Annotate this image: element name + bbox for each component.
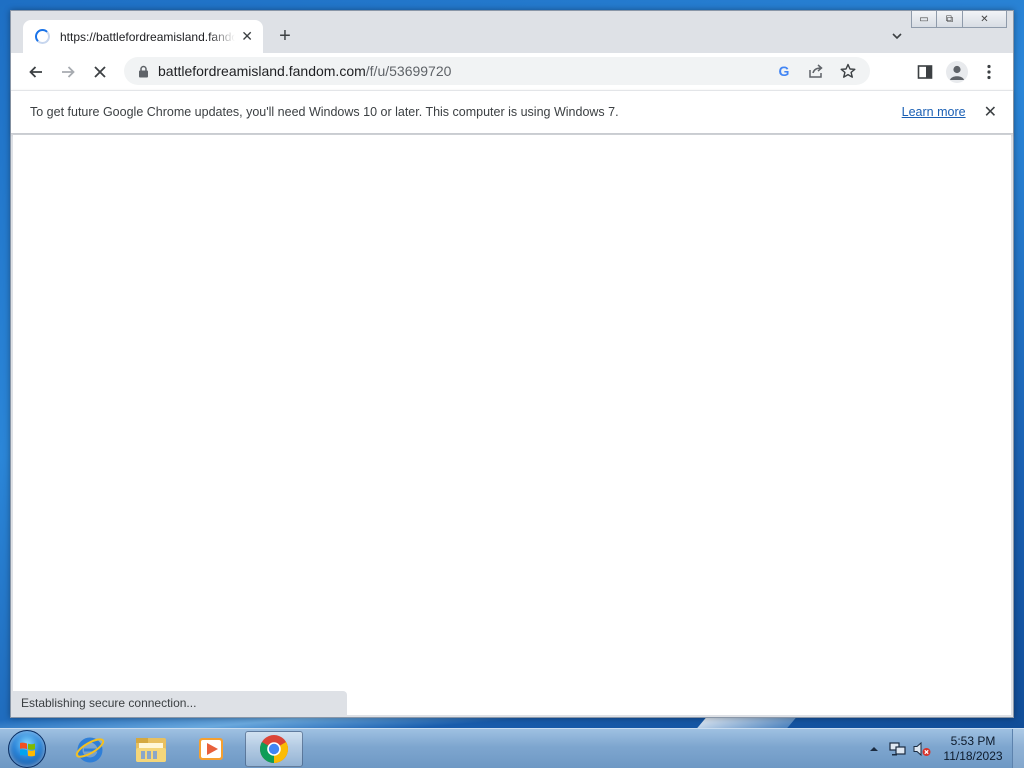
taskbar-internet-explorer[interactable] — [61, 731, 119, 767]
clock-date: 11/18/2023 — [943, 749, 1003, 763]
infobar-close-icon[interactable]: ✕ — [984, 102, 997, 122]
infobar-message: To get future Google Chrome updates, you… — [30, 105, 619, 119]
tab-close-icon[interactable]: ✕ — [241, 28, 253, 45]
google-lens-button[interactable]: G — [768, 55, 800, 87]
google-g-icon: G — [778, 63, 790, 79]
omnibox-actions: G — [768, 55, 864, 87]
back-button[interactable] — [20, 56, 52, 88]
show-desktop-button[interactable] — [1012, 729, 1024, 768]
browser-toolbar: battlefordreamisland.fandom.com/f/u/5369… — [11, 53, 1013, 90]
stop-icon — [94, 65, 106, 78]
show-hidden-icons-button[interactable] — [862, 737, 886, 761]
tab-title: https://battlefordreamisland.fandom.com/… — [60, 29, 236, 44]
side-panel-icon — [917, 65, 933, 79]
taskbar-windows-explorer[interactable] — [122, 731, 180, 767]
media-player-icon — [199, 738, 223, 760]
url-text[interactable]: battlefordreamisland.fandom.com/f/u/5369… — [158, 63, 768, 79]
clock[interactable]: 5:53 PM 11/18/2023 — [934, 734, 1012, 764]
share-button[interactable] — [800, 55, 832, 87]
minimize-button[interactable]: ▭ — [911, 11, 937, 28]
star-icon — [840, 63, 856, 78]
learn-more-link[interactable]: Learn more — [902, 105, 966, 119]
status-bubble: Establishing secure connection... — [13, 691, 347, 715]
internet-explorer-icon — [75, 737, 105, 763]
share-icon — [809, 64, 823, 78]
arrow-left-icon — [29, 65, 42, 78]
forward-button[interactable] — [52, 56, 84, 88]
avatar-icon — [946, 61, 968, 83]
toolbar-right — [909, 56, 1005, 88]
menu-button[interactable] — [973, 56, 1005, 88]
volume-muted-icon[interactable] — [910, 737, 934, 761]
start-button[interactable] — [8, 730, 46, 768]
chevron-up-icon — [870, 747, 878, 751]
folder-icon — [136, 738, 166, 762]
restore-button[interactable]: ⧉ — [937, 11, 963, 28]
new-tab-button[interactable]: + — [273, 25, 297, 49]
update-infobar: To get future Google Chrome updates, you… — [11, 90, 1013, 134]
profile-button[interactable] — [941, 56, 973, 88]
taskbar-media-player[interactable] — [182, 731, 240, 767]
taskbar: 5:53 PM 11/18/2023 — [0, 728, 1024, 768]
tab-search-button[interactable] — [891, 29, 903, 41]
network-icon[interactable] — [886, 737, 910, 761]
window-caption-buttons: ▭ ⧉ ✕ — [911, 11, 1007, 29]
lock-icon[interactable] — [136, 65, 150, 78]
system-tray: 5:53 PM 11/18/2023 — [862, 729, 1024, 768]
more-vert-icon — [987, 64, 991, 80]
side-panel-button[interactable] — [909, 56, 941, 88]
chrome-window: ▭ ⧉ ✕ https://battlefordreamisland.fando… — [10, 10, 1014, 718]
chrome-icon — [260, 735, 288, 763]
address-bar[interactable]: battlefordreamisland.fandom.com/f/u/5369… — [124, 57, 870, 85]
windows-logo-icon — [20, 742, 35, 757]
browser-tab[interactable]: https://battlefordreamisland.fandom.com/… — [23, 20, 263, 53]
clock-time: 5:53 PM — [950, 734, 996, 748]
loading-spinner-icon — [35, 29, 50, 44]
taskbar-google-chrome[interactable] — [245, 731, 303, 767]
url-host: battlefordreamisland.fandom.com — [158, 63, 366, 79]
window-close-button[interactable]: ✕ — [963, 11, 1007, 28]
bookmark-button[interactable] — [832, 55, 864, 87]
chevron-down-icon — [892, 33, 902, 40]
page-content: Establishing secure connection... — [13, 135, 1011, 715]
stop-loading-button[interactable] — [84, 56, 116, 88]
url-path: /f/u/53699720 — [365, 63, 452, 79]
arrow-right-icon — [62, 65, 75, 78]
